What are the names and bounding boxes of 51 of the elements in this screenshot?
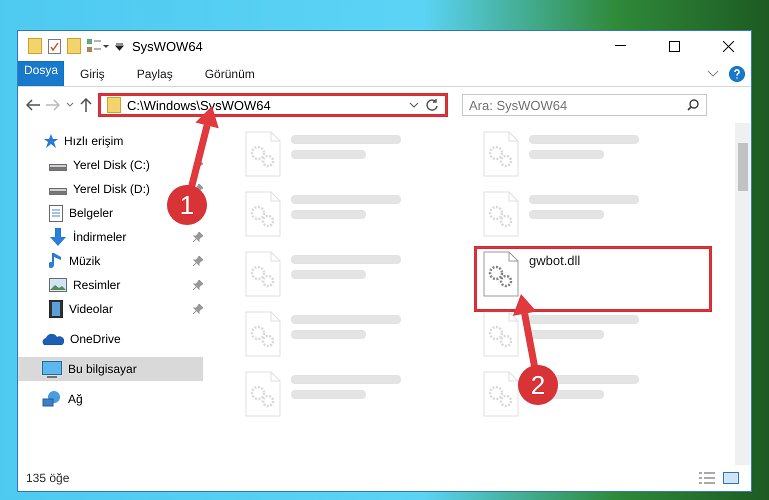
back-arrow-icon[interactable] [26,99,40,111]
nav-item[interactable]: Bu bilgisayar [18,357,203,381]
cloud-icon [42,333,64,345]
pin-icon[interactable] [193,280,203,290]
file-name[interactable]: gwbot.dll [529,253,580,268]
pin-icon[interactable] [193,256,203,266]
computer-icon [42,360,62,378]
scrollbar[interactable] [735,123,751,465]
window-title: SysWOW64 [132,38,204,54]
music-note-icon [49,252,63,270]
nav-item[interactable]: İndirmeler [18,225,130,249]
picture-icon [49,278,67,292]
gear-file-icon [483,251,519,297]
folder-icon [107,97,121,113]
film-icon [49,300,63,318]
checklist-icon[interactable] [48,38,61,54]
item-count: 135 öğe [26,471,70,485]
ribbon-tab[interactable]: Görünüm [188,61,271,86]
up-arrow-icon[interactable] [80,98,92,112]
close-icon [722,40,734,52]
pin-icon[interactable] [193,304,203,314]
pin-icon[interactable] [193,232,203,242]
nav-item[interactable]: Belgeler [18,201,118,225]
network-icon [42,390,62,408]
star-icon [42,133,58,149]
properties-icon[interactable] [87,39,109,53]
dropdown-icon[interactable] [115,42,124,50]
scroll-thumb[interactable] [738,143,748,191]
nav-item[interactable]: OneDrive [18,327,125,351]
thumbnail-view-icon[interactable] [723,472,739,484]
file-menu-tab[interactable]: Dosya [18,61,64,86]
nav-item[interactable]: Videolar [18,297,117,321]
chevron-down-icon[interactable] [66,102,74,108]
nav-item[interactable]: Müzik [18,249,104,273]
nav-item[interactable]: Yerel Disk (D:) [18,177,154,201]
search-field[interactable]: Ara: SysWOW64 [462,94,707,116]
nav-item[interactable]: Ağ [18,387,87,411]
document-icon [49,204,63,222]
maximize-icon [668,40,680,52]
help-icon[interactable] [729,66,745,82]
chevron-down-icon[interactable] [707,70,719,78]
refresh-icon[interactable] [425,98,439,112]
ribbon-tab[interactable]: Paylaş [120,61,189,86]
chevron-down-icon[interactable] [409,102,419,108]
minimize-icon [614,45,626,47]
ribbon-tab[interactable]: Giriş [64,61,121,86]
down-arrow-icon [49,228,67,246]
details-view-icon[interactable] [699,472,715,484]
nav-item[interactable]: Yerel Disk (C:) [18,153,154,177]
nav-item[interactable]: Hızlı erişim [18,129,128,153]
nav-item[interactable]: Resimler [18,273,124,297]
